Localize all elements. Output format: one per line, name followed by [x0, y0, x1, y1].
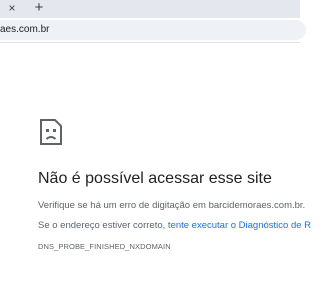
run-diagnostics-link[interactable]: tente executar o Diagnóstico de R [168, 220, 311, 231]
error-page: Não é possível acessar esse site Verifiq… [0, 43, 311, 300]
error-title: Não é possível acessar esse site [38, 170, 272, 187]
tab-strip: × + [0, 0, 300, 18]
diagnostics-suggestion-prefix: Se o endereço estiver correto, [38, 220, 168, 231]
typo-suggestion-text: Verifique se há um erro de digitação em … [38, 200, 306, 211]
tab-close-button[interactable]: × [6, 1, 18, 15]
url-text: aes.com.br [0, 24, 50, 35]
error-code: DNS_PROBE_FINISHED_NXDOMAIN [38, 242, 171, 251]
sad-document-icon [38, 118, 64, 146]
address-bar[interactable]: aes.com.br [0, 20, 306, 40]
new-tab-button[interactable]: + [32, 0, 46, 16]
browser-toolbar: aes.com.br [0, 18, 306, 43]
diagnostics-suggestion: Se o endereço estiver correto, tente exe… [38, 220, 311, 231]
